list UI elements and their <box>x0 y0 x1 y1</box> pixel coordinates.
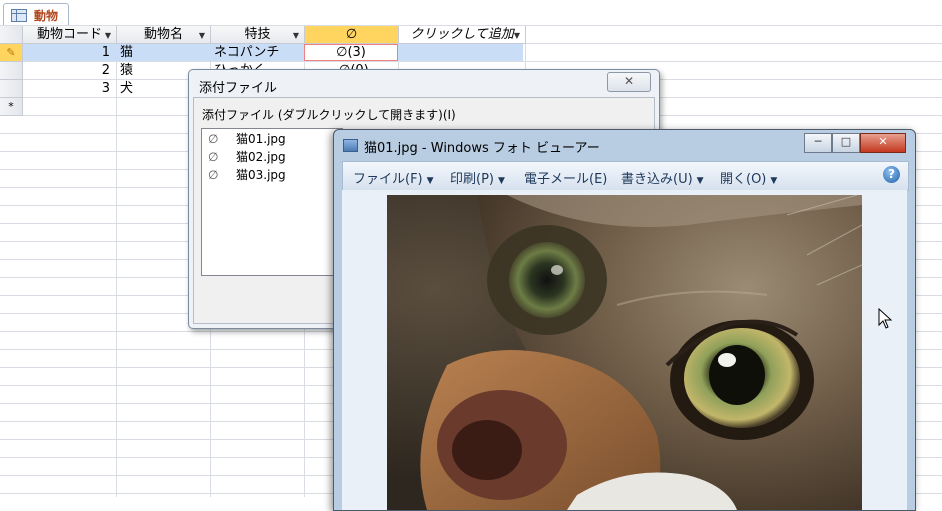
grid-line <box>116 43 117 497</box>
attachment-list-label: 添付ファイル (ダブルクリックして開きます)(I) <box>202 108 456 122</box>
object-tab-strip: 動物 <box>0 0 942 26</box>
help-icon[interactable]: ? <box>883 166 900 183</box>
cell-attachment-active[interactable]: ∅(3) <box>304 44 398 61</box>
column-header-animal-code[interactable]: 動物コード ▼ <box>23 26 117 44</box>
table-row[interactable]: 1 猫 ネコパンチ <box>23 44 523 61</box>
maximize-button[interactable]: □ <box>832 133 860 153</box>
mouse-cursor-icon <box>878 308 893 329</box>
close-button[interactable]: ✕ <box>860 133 906 153</box>
chevron-down-icon: ▼ <box>696 176 704 186</box>
cell-name[interactable]: 猫 <box>120 44 210 61</box>
list-item[interactable]: ∅ 猫03.jpg <box>208 167 286 184</box>
paperclip-icon: ∅ <box>345 27 358 42</box>
dropdown-arrow-icon[interactable]: ▼ <box>199 27 205 44</box>
menu-file[interactable]: ファイル(F) ▼ <box>353 168 434 187</box>
menu-email[interactable]: 電子メール(E) <box>524 168 607 187</box>
cell-code[interactable]: 1 <box>23 44 110 61</box>
window-title: 猫01.jpg - Windows フォト ビューアー <box>364 141 600 156</box>
new-record-icon: * <box>8 100 14 113</box>
column-header-label: 動物コード <box>36 27 102 42</box>
attachment-count: (3) <box>347 45 366 60</box>
row-selector[interactable] <box>0 80 23 98</box>
paperclip-icon: ∅ <box>208 150 219 164</box>
menu-burn[interactable]: 書き込み(U) ▼ <box>621 168 704 187</box>
menu-open[interactable]: 開く(O) ▼ <box>720 168 777 187</box>
close-icon: ✕ <box>623 74 635 88</box>
dialog-title: 添付ファイル <box>199 81 278 96</box>
new-row-selector[interactable]: * <box>0 98 23 116</box>
close-icon: ✕ <box>878 135 888 148</box>
close-button[interactable]: ✕ <box>607 72 651 92</box>
attachment-list[interactable]: ∅ 猫01.jpg ∅ 猫02.jpg ∅ 猫03.jpg <box>201 128 343 276</box>
photo-viewer-toolbar: ファイル(F) ▼ 印刷(P) ▼ 電子メール(E) 書き込み(U) ▼ 開く(O) ▼… <box>342 161 909 191</box>
pencil-edit-icon: ✎ <box>6 46 16 59</box>
photo-viewer-window: 猫01.jpg - Windows フォト ビューアー ─ □ ✕ ファイル(F… <box>333 129 916 511</box>
table-tab-label: 動物 <box>34 9 59 23</box>
column-header-skill[interactable]: 特技 ▼ <box>211 26 305 44</box>
chevron-down-icon: ▼ <box>770 176 778 186</box>
column-header-attachment[interactable]: ∅ <box>305 26 399 44</box>
list-item[interactable]: ∅ 猫02.jpg <box>208 149 286 166</box>
cat-photo-image <box>387 195 862 510</box>
chevron-down-icon: ▼ <box>426 176 434 186</box>
list-item[interactable]: ∅ 猫01.jpg <box>208 131 286 148</box>
dropdown-arrow-icon[interactable]: ▼ <box>293 27 299 44</box>
table-tab[interactable]: 動物 <box>3 3 69 26</box>
table-icon <box>11 9 27 22</box>
image-view-area <box>342 190 907 510</box>
cat-photo <box>387 195 862 510</box>
cell-code[interactable]: 2 <box>23 62 110 79</box>
column-header-label: 特技 <box>244 27 271 42</box>
column-header-click-to-add[interactable]: クリックして追加 ▼ <box>399 26 526 44</box>
menu-print[interactable]: 印刷(P) ▼ <box>450 168 505 187</box>
column-header-label: 動物名 <box>143 27 183 42</box>
column-header-label: クリックして追加 <box>410 27 514 42</box>
maximize-icon: □ <box>840 135 852 148</box>
select-all-corner[interactable] <box>0 26 23 44</box>
minimize-icon: ─ <box>814 135 822 148</box>
chevron-down-icon: ▼ <box>497 176 505 186</box>
row-selector[interactable] <box>0 62 23 80</box>
cell-skill[interactable]: ネコパンチ <box>214 44 304 61</box>
paperclip-icon: ∅ <box>208 132 219 146</box>
row-selector-current[interactable]: ✎ <box>0 44 23 62</box>
dropdown-arrow-icon[interactable]: ▼ <box>514 27 520 44</box>
paperclip-icon: ∅ <box>208 168 219 182</box>
photo-viewer-app-icon <box>343 139 358 152</box>
minimize-button[interactable]: ─ <box>804 133 832 153</box>
column-header-animal-name[interactable]: 動物名 ▼ <box>117 26 211 44</box>
paperclip-icon: ∅ <box>336 45 348 60</box>
dropdown-arrow-icon[interactable]: ▼ <box>105 27 111 44</box>
cell-code[interactable]: 3 <box>23 80 110 97</box>
